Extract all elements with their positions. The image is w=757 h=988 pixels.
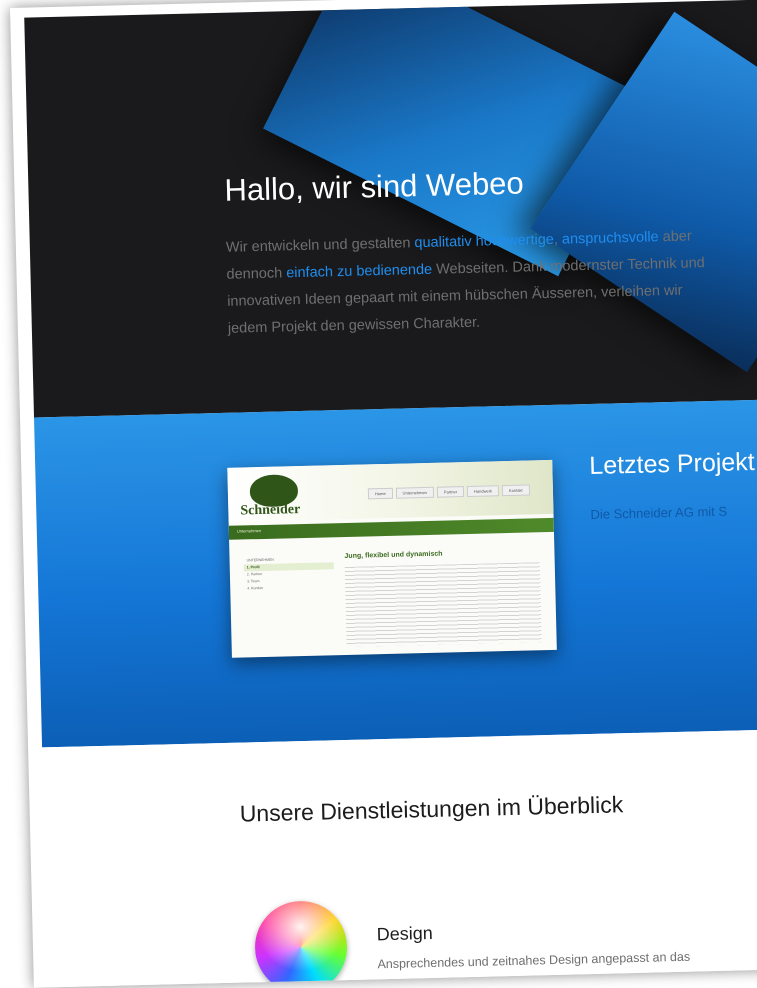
thumbnail-sidebar: UNTERNEHMEN 1. Profil 2. Partner 3. Team… xyxy=(243,555,334,592)
latest-project-title: Letztes Projekt xyxy=(589,447,756,480)
thumbnail-bar-label: Unternehmen xyxy=(236,528,262,534)
highlight-easy-to-use: einfach zu bedienende xyxy=(286,261,433,282)
latest-project-section: Schneider Home Unternehmen Partner Handw… xyxy=(34,398,757,748)
thumbnail-menu-item: Home xyxy=(367,487,393,500)
latest-project-text: Die Schneider AG mit S xyxy=(590,503,728,522)
services-section: Unsere Dienstleistungen im Überblick Des… xyxy=(42,728,757,988)
page-screenshot-frame: Hallo, wir sind Webeo Wir entwickeln und… xyxy=(10,0,757,988)
services-title: Unsere Dienstleistungen im Überblick xyxy=(239,791,624,827)
thumbnail-menu-item: Partner xyxy=(436,486,465,498)
thumbnail-logo-text: Schneider xyxy=(240,502,301,519)
project-thumbnail[interactable]: Schneider Home Unternehmen Partner Handw… xyxy=(227,459,557,658)
hero-intro-text: Wir entwickeln und gestalten qualitativ … xyxy=(226,223,708,343)
thumbnail-menu-item: Kontakt xyxy=(501,484,530,497)
highlight-demanding: anspruchsvolle xyxy=(561,229,659,248)
thumbnail-heading: Jung, flexibel und dynamisch xyxy=(344,550,443,560)
service-design-text: Ansprechendes und zeitnahes Design angep… xyxy=(377,949,691,972)
thumbnail-menu-item: Handwerk xyxy=(466,485,500,497)
thumbnail-body-text xyxy=(344,562,542,647)
highlight-quality: qualitativ hochwertige xyxy=(414,231,555,252)
thumbnail-menu-item: Unternehmen xyxy=(395,486,435,499)
hero-section: Hallo, wir sind Webeo Wir entwickeln und… xyxy=(24,0,757,418)
color-wheel-icon xyxy=(253,900,349,988)
hero-text-segment: Wir entwickeln und gestalten xyxy=(225,235,415,256)
hero-title: Hallo, wir sind Webeo xyxy=(224,165,525,208)
thumbnail-sidebar-item: 4. Kunden xyxy=(247,585,264,591)
thumbnail-green-bar xyxy=(228,517,554,540)
service-design-title: Design xyxy=(376,922,434,945)
